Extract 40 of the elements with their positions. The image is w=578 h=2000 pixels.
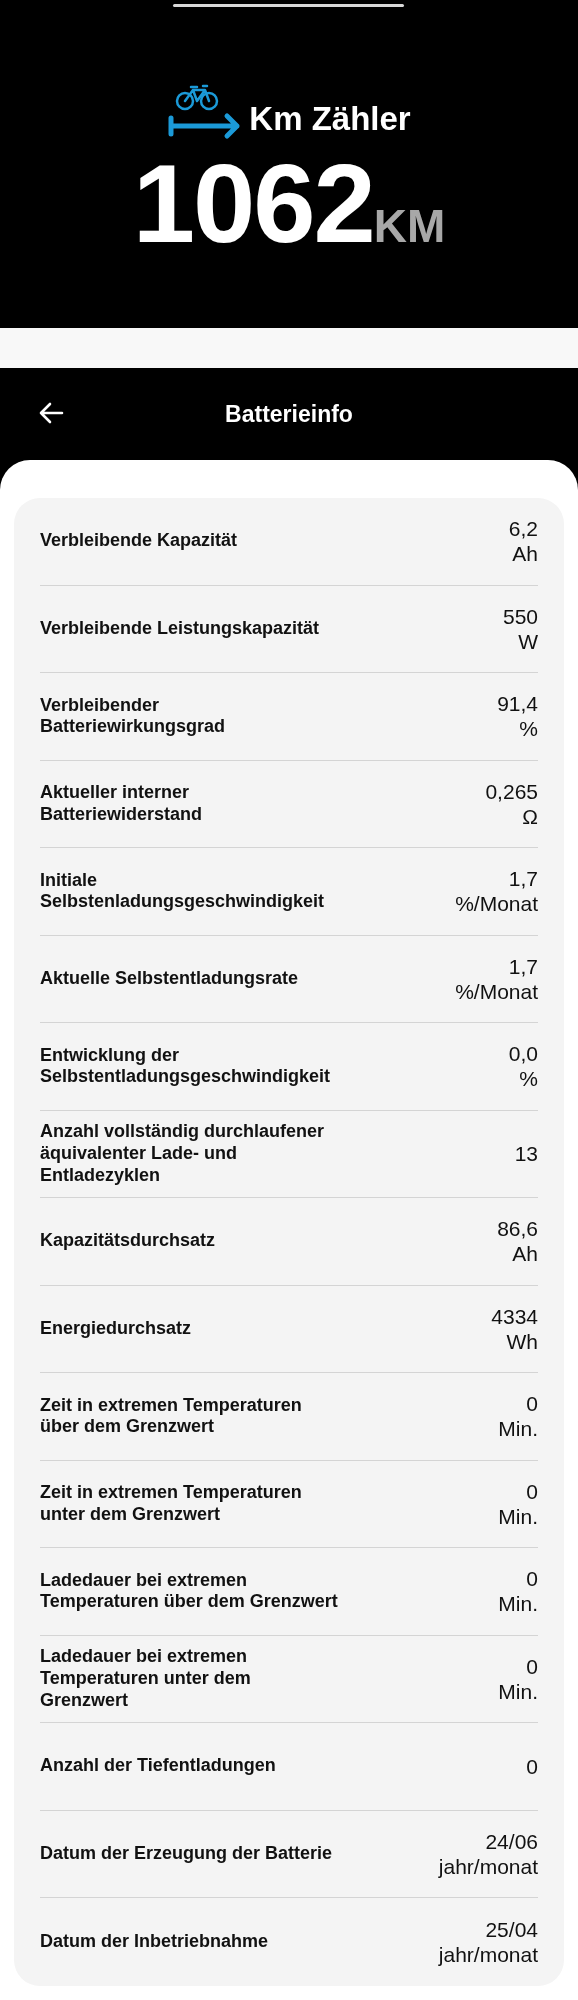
- back-arrow-icon[interactable]: [38, 402, 64, 424]
- row-value: 25/04 jahr/monat: [438, 1916, 538, 1967]
- row-value: 86,6 Ah: [497, 1216, 538, 1267]
- row-value: 13: [514, 1141, 538, 1167]
- row-value: 0,265 Ω: [485, 778, 538, 829]
- row-value: 91,4 %: [497, 691, 538, 742]
- row-label: Zeit in extremen Temperaturen über dem Grenzwert: [40, 1394, 303, 1438]
- row-label: Datum der Erzeugung der Batterie: [40, 1842, 333, 1865]
- row-label: Verbleibende Kapazität: [40, 530, 238, 553]
- screen-title: Batterieinfo: [225, 400, 353, 428]
- row-label: Anzahl vollständig durchlaufener äquivalenter Lade- und Entladezyklen: [40, 1121, 326, 1187]
- distance-value: 1062: [132, 148, 374, 260]
- row-value: 0 Min.: [498, 1478, 538, 1529]
- row-label: Anzahl der Tiefentladungen: [40, 1755, 276, 1778]
- row-label: Aktueller interner Batteriewiderstand: [40, 782, 204, 826]
- row-value: 1,7 %/Monat: [455, 953, 538, 1004]
- row-value: 550 W: [502, 603, 538, 654]
- row-label: Ladedauer bei extremen Temperaturen über dem Grenzwert: [40, 1569, 339, 1613]
- row-label: Verbleibende Leistungskapazität: [40, 617, 320, 640]
- row-label: Ladedauer bei extremen Temperaturen unter dem Grenzwert: [40, 1646, 252, 1712]
- row-label: Energiedurchsatz: [40, 1317, 192, 1340]
- row-value: 24/06 jahr/monat: [438, 1828, 538, 1879]
- row-label: Datum der Inbetriebnahme: [40, 1930, 269, 1953]
- row-label: Kapazitätsdurchsatz: [40, 1230, 216, 1253]
- row-value: 6,2 Ah: [508, 516, 538, 567]
- row-value: 0: [526, 1753, 538, 1779]
- drag-handle[interactable]: [173, 4, 404, 7]
- row-label: Initiale Selbstenladungsgeschwindigkeit: [40, 869, 326, 913]
- row-value: 1,7 %/Monat: [455, 866, 538, 917]
- row-label: Zeit in extremen Temperaturen unter dem Grenzwert: [40, 1482, 303, 1526]
- odometer-title: Km Zähler: [249, 100, 411, 138]
- row-label: Verbleibender Batteriewirkungsgrad: [40, 694, 227, 738]
- row-value: 0 Min.: [498, 1653, 538, 1704]
- row-value: 0 Min.: [498, 1566, 538, 1617]
- distance-unit: KM: [373, 199, 446, 253]
- row-value: 0,0 %: [508, 1041, 538, 1092]
- row-value: 0 Min.: [498, 1391, 538, 1442]
- row-label: Entwicklung der Selbstentladungsgeschwindigkeit: [40, 1044, 332, 1088]
- row-value: 4334 Wh: [491, 1303, 538, 1354]
- row-label: Aktuelle Selbstentladungsrate: [40, 967, 299, 990]
